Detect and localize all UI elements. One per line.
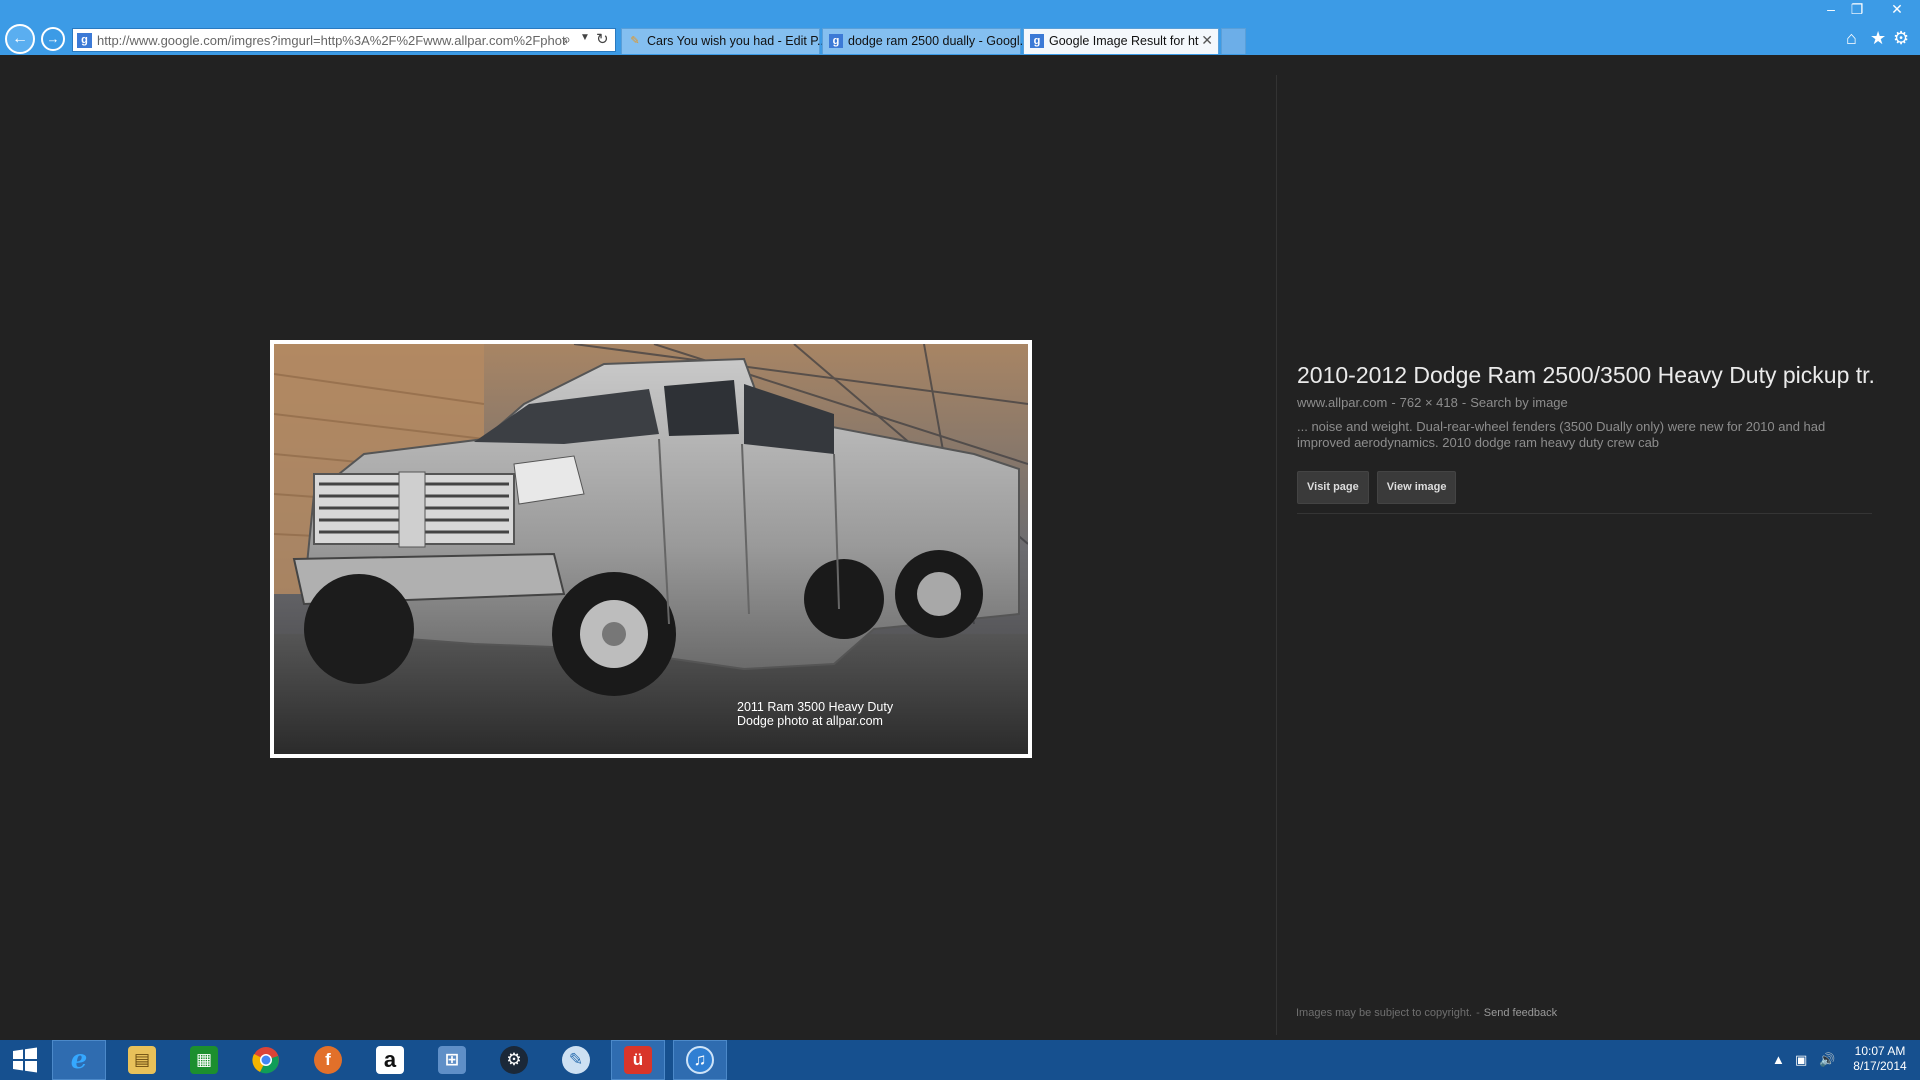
photo-caption-line2: Dodge photo at allpar.com xyxy=(737,714,883,728)
source-site-link[interactable]: www.allpar.com xyxy=(1297,395,1387,410)
new-tab-button[interactable] xyxy=(1221,28,1246,54)
forward-button[interactable]: → xyxy=(41,27,65,51)
taskbar-store[interactable]: ▦ xyxy=(177,1040,231,1080)
refresh-icon[interactable]: ↻ xyxy=(596,30,609,48)
taskbar-firefox[interactable]: f xyxy=(301,1040,355,1080)
itunes-icon: ♫ xyxy=(686,1046,714,1074)
taskbar-network-app[interactable]: ⊞ xyxy=(425,1040,479,1080)
close-window-button[interactable]: ✕ xyxy=(1880,0,1914,18)
image-details-panel: 2010-2012 Dodge Ram 2500/3500 Heavy Duty… xyxy=(1297,362,1877,504)
address-bar[interactable]: g http://www.google.com/imgres?imgurl=ht… xyxy=(72,28,616,52)
network-icon[interactable]: ▣ xyxy=(1795,1052,1807,1068)
clock[interactable]: 10:07 AM 8/17/2014 xyxy=(1845,1044,1915,1074)
result-actions: Visit page View image xyxy=(1297,471,1877,504)
result-divider xyxy=(1297,513,1872,514)
tab-google-image-result[interactable]: g Google Image Result for htt... ✕ xyxy=(1023,28,1219,54)
volume-icon[interactable]: 🔊 xyxy=(1819,1052,1835,1068)
home-icon[interactable]: ⌂ xyxy=(1846,28,1857,49)
arrow-right-icon: → xyxy=(46,31,60,46)
meta-separator: - xyxy=(1391,395,1396,410)
address-url[interactable]: http://www.google.com/imgres?imgurl=http… xyxy=(97,33,567,48)
search-icon[interactable]: ⌕ xyxy=(563,31,571,48)
paint-icon: ✎ xyxy=(562,1046,590,1074)
taskbar-amazon[interactable]: a xyxy=(363,1040,417,1080)
maximize-button[interactable]: ❐ xyxy=(1844,0,1870,18)
result-meta: www.allpar.com -762 × 418- Search by image xyxy=(1297,395,1877,410)
chevron-up-icon[interactable]: ▲ xyxy=(1772,1052,1785,1067)
network-app-icon: ⊞ xyxy=(438,1046,466,1074)
meta-separator: - xyxy=(1461,395,1467,410)
clock-date: 8/17/2014 xyxy=(1853,1059,1907,1073)
google-icon: g xyxy=(829,34,843,48)
settings-gear-icon[interactable]: ⚙ xyxy=(1893,28,1909,49)
page-footer: Images may be subject to copyright. - Send… xyxy=(1296,1007,1557,1019)
visit-page-button[interactable]: Visit page xyxy=(1297,471,1369,504)
store-icon: ▦ xyxy=(190,1046,218,1074)
chevron-down-icon[interactable]: ▼ xyxy=(580,32,590,43)
windows-start-icon xyxy=(13,1047,37,1073)
minimize-button[interactable]: – xyxy=(1818,0,1844,18)
favorites-star-icon[interactable]: ★ xyxy=(1870,28,1886,49)
view-image-button[interactable]: View image xyxy=(1376,471,1457,504)
internet-explorer-icon: e xyxy=(70,1045,88,1075)
taskbar-itunes[interactable]: ♫ xyxy=(673,1040,727,1080)
amazon-icon: a xyxy=(376,1046,404,1074)
taskbar-chrome[interactable] xyxy=(239,1040,293,1080)
result-description: ... noise and weight. Dual-rear-wheel fe… xyxy=(1297,419,1826,450)
close-tab-icon[interactable]: ✕ xyxy=(1201,32,1213,49)
taskbar-steam[interactable]: ⚙ xyxy=(487,1040,541,1080)
taskbar-internet-explorer[interactable]: e xyxy=(52,1040,106,1080)
tapatalk-icon: ✎ xyxy=(630,35,640,47)
tab-label: Google Image Result for htt... xyxy=(1049,34,1199,48)
arrow-left-icon: ← xyxy=(12,30,28,47)
tab-cars-you-wish[interactable]: ✎ Cars You wish you had - Edit P... xyxy=(621,28,827,54)
taskbar-red-app[interactable]: ü xyxy=(611,1040,665,1080)
tab-label: dodge ram 2500 dually - Googl... xyxy=(848,34,1031,48)
taskbar-paint[interactable]: ✎ xyxy=(549,1040,603,1080)
back-button[interactable]: ← xyxy=(5,24,35,54)
send-feedback-link[interactable]: Send feedback xyxy=(1484,1007,1557,1019)
search-by-image-link[interactable]: Search by image xyxy=(1470,395,1568,410)
tab-dodge-ram-search[interactable]: g dodge ram 2500 dually - Googl... xyxy=(822,28,1030,54)
firefox-icon: f xyxy=(314,1046,342,1074)
file-explorer-icon: ▤ xyxy=(128,1046,156,1074)
windows-taskbar: e ▤ ▦ f a ⊞ ⚙ ✎ ü ♫ ▲ ▣ 🔊 10:07 AM 8/17/… xyxy=(0,1040,1920,1080)
google-favicon-icon: g xyxy=(77,33,92,48)
panel-divider xyxy=(1276,75,1277,1035)
photo-caption-line1: 2011 Ram 3500 Heavy Duty xyxy=(737,700,894,714)
google-icon: g xyxy=(1030,34,1044,48)
copyright-notice: Images may be subject to copyright. xyxy=(1296,1007,1473,1019)
tab-label: Cars You wish you had - Edit P... xyxy=(647,34,828,48)
taskbar-file-explorer[interactable]: ▤ xyxy=(115,1040,169,1080)
result-image[interactable]: 2011 Ram 3500 Heavy Duty Dodge photo at … xyxy=(270,340,1032,758)
footer-separator: - xyxy=(1476,1007,1480,1019)
result-title-link[interactable]: 2010-2012 Dodge Ram 2500/3500 Heavy Duty… xyxy=(1297,362,1877,389)
clock-time: 10:07 AM xyxy=(1854,1044,1906,1058)
start-button[interactable] xyxy=(0,1040,50,1080)
steam-icon: ⚙ xyxy=(500,1046,528,1074)
browser-chrome: – ❐ ✕ ← → g http://www.google.com/imgres… xyxy=(0,0,1920,55)
chrome-icon xyxy=(252,1047,279,1074)
app-red-icon: ü xyxy=(624,1046,652,1074)
image-dimensions: 762 × 418 xyxy=(1399,395,1458,410)
truck-photo: 2011 Ram 3500 Heavy Duty Dodge photo at … xyxy=(274,344,1028,754)
